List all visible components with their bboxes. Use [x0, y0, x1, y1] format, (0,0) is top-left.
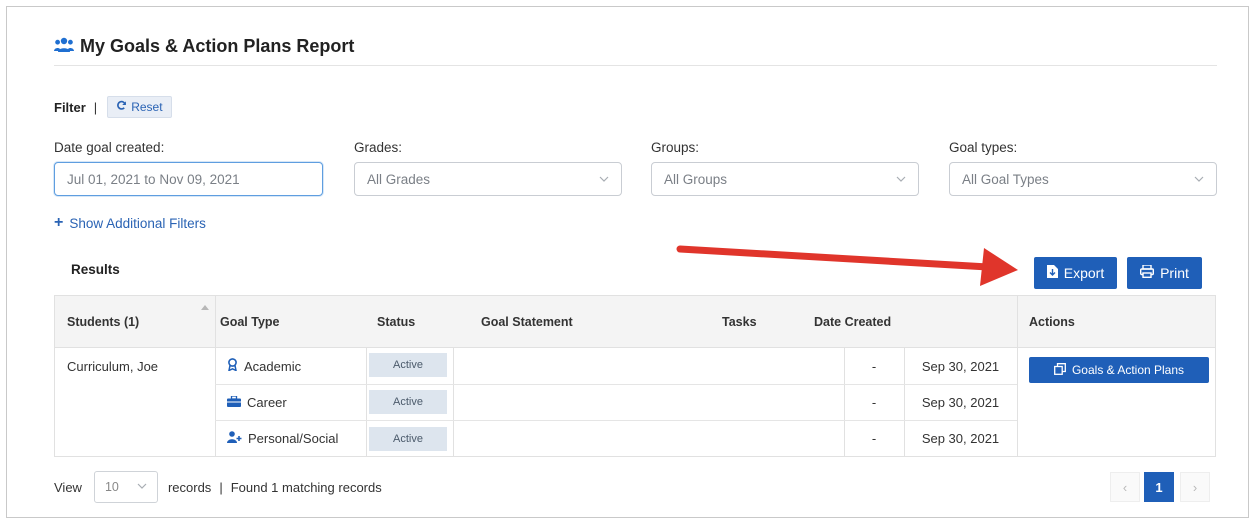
date-range-value: Jul 01, 2021 to Nov 09, 2021 [67, 171, 240, 187]
pagination-prev-button[interactable]: ‹ [1110, 472, 1140, 502]
date-created-value: Sep 30, 2021 [921, 430, 1000, 446]
filter-separator: | [93, 99, 98, 115]
footer-separator: | [219, 479, 223, 495]
goal-type-label: Academic [244, 358, 302, 374]
annotation-arrow-icon [676, 245, 1018, 286]
column-header-goal-type[interactable]: Goal Type [220, 296, 280, 348]
date-created-value: Sep 30, 2021 [921, 394, 1000, 410]
table-footer: View 10 records | Found 1 matching recor… [54, 471, 382, 503]
results-heading: Results [71, 262, 120, 277]
chevron-down-icon [1194, 172, 1204, 187]
column-divider [366, 348, 367, 457]
tasks-value: - [871, 394, 877, 410]
column-header-students[interactable]: Students (1) [67, 296, 139, 348]
view-label: View [54, 479, 82, 495]
column-header-status[interactable]: Status [377, 296, 415, 348]
title-divider [54, 65, 1217, 66]
date-range-input[interactable]: Jul 01, 2021 to Nov 09, 2021 [54, 162, 323, 196]
column-header-actions: Actions [1029, 315, 1075, 329]
date-created-label: Date goal created: [54, 140, 165, 155]
tasks-value: - [871, 358, 877, 374]
date-created-value: Sep 30, 2021 [921, 358, 1000, 374]
column-header-date-created[interactable]: Date Created [814, 296, 891, 348]
reset-button[interactable]: Reset [107, 96, 172, 118]
records-per-page-value: 10 [104, 480, 119, 494]
goal-type-label: Career [247, 394, 287, 410]
show-additional-filters-link[interactable]: + Show Additional Filters [54, 214, 206, 232]
table-row: Academic [227, 348, 301, 384]
table-header: Students (1) Goal Type Status Goal State… [55, 296, 1215, 348]
goals-action-plans-label: Goals & Action Plans [1071, 363, 1185, 377]
results-table: Students (1) Goal Type Status Goal State… [54, 295, 1216, 457]
records-per-page-select[interactable]: 10 [93, 471, 158, 503]
chevron-down-icon [896, 172, 906, 187]
goal-types-value: All Goal Types [962, 171, 1049, 187]
print-button[interactable]: Print [1127, 257, 1202, 289]
groups-label: Groups: [651, 140, 700, 155]
user-plus-icon [227, 430, 242, 446]
column-header-goal-statement[interactable]: Goal Statement [481, 296, 573, 348]
filter-label: Filter [54, 99, 86, 115]
matching-records-text: Found 1 matching records [230, 479, 382, 495]
file-export-icon [1046, 265, 1058, 281]
pagination-next-button[interactable]: › [1180, 472, 1210, 502]
export-button[interactable]: Export [1034, 257, 1117, 289]
export-label: Export [1063, 265, 1105, 281]
refresh-icon [116, 100, 127, 114]
print-label: Print [1160, 265, 1189, 281]
column-divider [215, 296, 216, 457]
users-icon [54, 37, 74, 56]
additional-filters-label: Show Additional Filters [69, 215, 206, 231]
tasks-value: - [871, 430, 877, 446]
goal-type-label: Personal/Social [248, 430, 339, 446]
pagination-page-1[interactable]: 1 [1144, 472, 1174, 502]
student-name: Curriculum, Joe [67, 358, 159, 374]
chevron-down-icon [137, 480, 147, 494]
printer-icon [1140, 264, 1155, 281]
briefcase-icon [227, 394, 241, 410]
grades-select[interactable]: All Grades [354, 162, 622, 196]
status-badge: Active [369, 427, 447, 451]
grades-value: All Grades [367, 171, 431, 187]
groups-select[interactable]: All Groups [651, 162, 919, 196]
filter-bar: Filter | Reset [54, 96, 172, 118]
status-badge: Active [369, 353, 447, 377]
table-row: Career [227, 384, 287, 420]
records-label: records [167, 479, 212, 495]
chevron-down-icon [599, 172, 609, 187]
copy-icon [1054, 362, 1066, 378]
academic-icon [227, 358, 238, 374]
reset-label: Reset [131, 100, 163, 114]
column-divider [453, 348, 454, 457]
table-row: Personal/Social [227, 420, 338, 456]
goal-types-select[interactable]: All Goal Types [949, 162, 1217, 196]
goals-action-plans-button[interactable]: Goals & Action Plans [1029, 357, 1209, 383]
page-title: My Goals & Action Plans Report [80, 36, 355, 56]
column-divider [1017, 296, 1018, 457]
plus-icon: + [54, 214, 64, 231]
status-badge: Active [369, 390, 447, 414]
page-header: My Goals & Action Plans Report [54, 36, 354, 57]
goal-types-label: Goal types: [949, 140, 1018, 155]
grades-label: Grades: [354, 140, 403, 155]
column-header-tasks[interactable]: Tasks [722, 296, 757, 348]
groups-value: All Groups [664, 171, 728, 187]
sort-asc-icon [201, 305, 209, 310]
